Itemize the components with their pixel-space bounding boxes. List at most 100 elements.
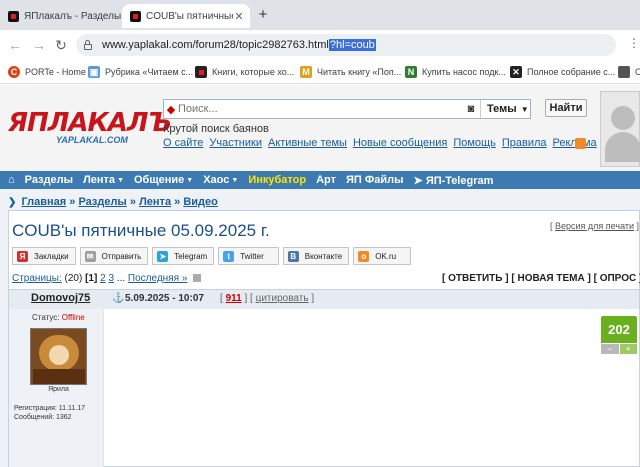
- bookmark-pump[interactable]: N Купить насос подк...: [405, 63, 506, 81]
- page-link-3[interactable]: 3: [108, 273, 114, 284]
- bookmarks-share-button[interactable]: Я Закладки: [12, 247, 76, 265]
- user-avatar-placeholder[interactable]: [600, 91, 640, 167]
- link-active-topics[interactable]: Активные темы: [268, 137, 347, 149]
- topic-actions[interactable]: [ ОТВЕТИТЬ ] [ НОВАЯ ТЕМА ] [ ОПРОС ]: [442, 273, 640, 284]
- odnoklassniki-icon: o: [358, 250, 370, 262]
- address-bar[interactable]: www.yaplakal.com/forum28/topic2982763.ht…: [76, 34, 616, 56]
- nav-chat[interactable]: Общение ▼: [134, 174, 193, 186]
- bookmark-collection[interactable]: ✕ Полное собрание с...: [510, 63, 615, 81]
- breadcrumb-feed[interactable]: Лента: [139, 196, 171, 208]
- breadcrumb-video[interactable]: Видео: [183, 196, 218, 208]
- pages-label[interactable]: Страницы:: [12, 273, 62, 284]
- breadcrumb-sections[interactable]: Разделы: [78, 196, 126, 208]
- tab-yaplakal-sections[interactable]: ЯПлакалъ - Разделы -> С: [0, 4, 122, 28]
- send-share-button[interactable]: ✉ Отправить: [79, 247, 149, 265]
- quote-link[interactable]: цитировать: [256, 293, 309, 304]
- page-link-2[interactable]: 2: [100, 273, 106, 284]
- yaplakal-search-icon: ◆: [166, 103, 176, 116]
- site-header: ЯПЛАКАЛЪ YAPLAKAL.COM ◆ ◙ Темы▼ Найти Кр…: [0, 85, 640, 171]
- bookmark-more[interactable]: Oc: [618, 63, 640, 81]
- pagination: Страницы: (20) [1] 2 3 ... Последняя »: [12, 273, 202, 284]
- bookmark-label: Книги, которые хо...: [212, 67, 295, 77]
- browser-toolbar: ← → ↻ www.yaplakal.com/forum28/topic2982…: [0, 30, 640, 60]
- nav-label: Арт: [316, 174, 336, 186]
- twitter-icon: t: [223, 250, 235, 262]
- post-number-link[interactable]: 911: [226, 293, 242, 304]
- rating-minus-button[interactable]: −: [601, 343, 619, 354]
- bookmark-label: Oc: [635, 67, 640, 77]
- search-input[interactable]: [178, 103, 462, 115]
- bookmark-read-book[interactable]: M Читать книгу «Поп...: [300, 63, 401, 81]
- nav-incubator[interactable]: Инкубатор: [248, 174, 306, 186]
- nav-label: Лента: [83, 174, 116, 186]
- browser-menu-icon[interactable]: ⋮: [628, 36, 640, 54]
- new-tab-icon[interactable]: +: [255, 7, 271, 23]
- post-anchor-icon[interactable]: ⚓: [112, 293, 124, 304]
- page-last-link[interactable]: Последняя »: [128, 273, 187, 284]
- ok-share-button[interactable]: o OK.ru: [353, 247, 412, 265]
- main-nav: ⌂ Разделы Лента ▼ Общение ▼ Хаос ▼ Инкубато…: [0, 171, 640, 189]
- search-scope-select[interactable]: Темы ▼: [480, 100, 530, 118]
- post-header: [9, 289, 639, 309]
- yaplakal-favicon-icon: [195, 66, 207, 78]
- bookmark-books[interactable]: Книги, которые хо...: [195, 63, 294, 81]
- yaplakal-favicon-icon: [130, 10, 141, 22]
- go-to-page-icon[interactable]: [193, 274, 202, 283]
- print-version-label: Версия для печати: [555, 221, 635, 231]
- nav-sections[interactable]: Разделы: [25, 174, 73, 186]
- print-version-link[interactable]: [ Версия для печати ]: [550, 221, 639, 231]
- share-label: Twitter: [240, 251, 264, 261]
- tab-coub-topic[interactable]: COUB'ы пятничные 05.09 ✕: [122, 4, 250, 28]
- nav-chaos[interactable]: Хаос ▼: [203, 174, 238, 186]
- link-new-messages[interactable]: Новые сообщения: [353, 137, 447, 149]
- rss-icon[interactable]: [575, 138, 586, 149]
- avatar[interactable]: [30, 328, 87, 385]
- porte-icon: C: [8, 66, 20, 78]
- post-author-link[interactable]: Domovoj75: [31, 292, 90, 304]
- yaplakal-favicon-icon: [8, 10, 19, 22]
- bookmark-porte[interactable]: C PORTe - Home: [8, 63, 86, 81]
- bookmark-label: PORTe - Home: [25, 67, 86, 77]
- page-icon: [618, 66, 630, 78]
- site-info-icon[interactable]: [84, 39, 92, 50]
- share-label: Отправить: [101, 251, 142, 261]
- image-icon: ▣: [88, 66, 100, 78]
- close-tab-icon[interactable]: ✕: [233, 10, 245, 23]
- share-label: Telegram: [174, 251, 208, 261]
- nav-files[interactable]: ЯП Файлы: [346, 174, 404, 186]
- registration-date: Регистрация: 11.11.17: [14, 405, 86, 412]
- breadcrumb-home[interactable]: Главная: [21, 196, 66, 208]
- link-help[interactable]: Помощь: [453, 137, 496, 149]
- book-icon: M: [300, 66, 312, 78]
- post-rating: 202 − +: [601, 316, 637, 354]
- reload-icon[interactable]: ↻: [52, 36, 70, 54]
- tab-title: COUB'ы пятничные 05.09: [146, 10, 233, 22]
- search-scope-value: Темы: [487, 103, 517, 115]
- home-icon[interactable]: ⌂: [8, 174, 15, 186]
- forward-arrow-icon[interactable]: →: [30, 36, 48, 54]
- vk-share-button[interactable]: B Вконтакте: [282, 247, 350, 265]
- bookmark-label: Рубрика «Читаем с...: [105, 67, 194, 77]
- nav-telegram[interactable]: ➤ ЯП-Telegram: [414, 174, 494, 187]
- logo-text: ЯПЛАКАЛЪ: [8, 108, 172, 138]
- link-members[interactable]: Участники: [209, 137, 262, 149]
- search-box: ◆ ◙ Темы▼: [163, 99, 531, 119]
- twitter-share-button[interactable]: t Twitter: [218, 247, 279, 265]
- back-arrow-icon[interactable]: ←: [6, 36, 24, 54]
- bookmark-rubric[interactable]: ▣ Рубрика «Читаем с...: [88, 63, 193, 81]
- telegram-share-button[interactable]: ➤ Telegram: [152, 247, 215, 265]
- nav-label: Общение: [134, 174, 185, 186]
- nav-feed[interactable]: Лента ▼: [83, 174, 124, 186]
- envelope-icon: ✉: [84, 250, 96, 262]
- site-logo[interactable]: ЯПЛАКАЛЪ YAPLAKAL.COM: [8, 108, 172, 149]
- camera-icon[interactable]: ◙: [462, 103, 480, 115]
- page-title: COUB'ы пятничные 05.09.2025 г.: [12, 221, 270, 240]
- rating-plus-button[interactable]: +: [618, 343, 637, 354]
- search-button[interactable]: Найти: [545, 99, 587, 117]
- vk-icon: B: [287, 250, 299, 262]
- post-meta: [ 911 ] [ цитировать ]: [220, 293, 315, 304]
- link-about[interactable]: О сайте: [163, 137, 203, 149]
- breadcrumb-arrow-icon: ❯: [8, 197, 17, 208]
- link-rules[interactable]: Правила: [502, 137, 547, 149]
- nav-art[interactable]: Арт: [316, 174, 336, 186]
